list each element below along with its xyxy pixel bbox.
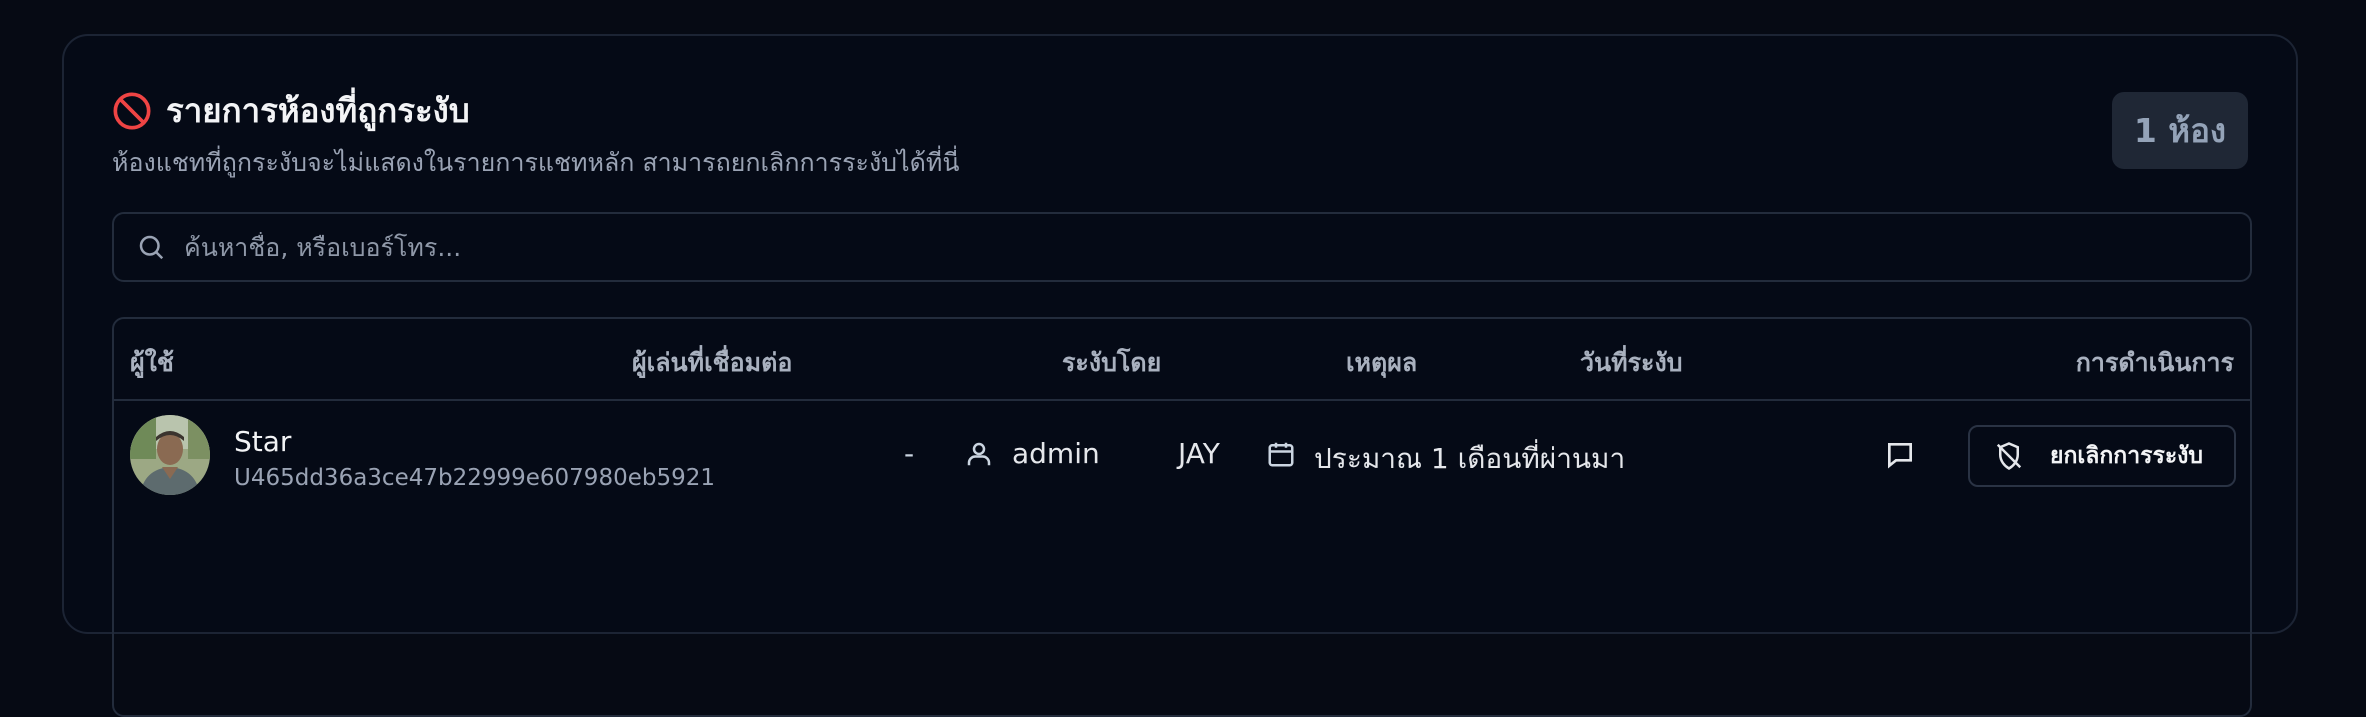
blocked-rooms-card: รายการห้องที่ถูกระงับ ห้องแชทที่ถูกระงับ… (62, 34, 2298, 717)
column-reason: เหตุผล (1346, 348, 1418, 377)
title-row: รายการห้องที่ถูกระงับ (112, 84, 959, 137)
column-blocked-by: ระงับโดย (1062, 348, 1162, 377)
blocked-rooms-table: ผู้ใช้ ผู้เล่นที่เชื่อมต่อ ระงับโดย เหตุ… (112, 317, 2252, 717)
table-header: ผู้ใช้ ผู้เล่นที่เชื่อมต่อ ระงับโดย เหตุ… (114, 319, 2250, 401)
calendar-icon (1268, 442, 1294, 467)
message-icon[interactable] (1884, 439, 1916, 471)
search-icon (139, 235, 164, 260)
linked-player: - (904, 437, 915, 470)
card-header: รายการห้องที่ถูกระงับ ห้องแชทที่ถูกระงับ… (112, 84, 959, 183)
search-bar[interactable] (112, 212, 2252, 282)
page-title: รายการห้องที่ถูกระงับ (166, 91, 470, 130)
column-linked-player: ผู้เล่นที่เชื่อมต่อ (632, 348, 793, 377)
search-input[interactable] (182, 231, 2250, 263)
ban-icon (113, 92, 151, 129)
shield-off-icon (1996, 442, 2022, 470)
user-icon (967, 442, 991, 466)
reason: JAY (1178, 437, 1220, 470)
blocked-by: admin (1012, 437, 1100, 470)
room-count-badge: 1 ห้อง (2111, 92, 2248, 169)
blocked-date: ประมาณ 1 เดือนที่ผ่านมา (1314, 442, 1626, 475)
unblock-button-label: ยกเลิกการระงับ (2050, 443, 2204, 469)
column-user: ผู้ใช้ (130, 348, 174, 377)
unblock-button[interactable]: ยกเลิกการระงับ (1968, 425, 2236, 487)
user-id: U465dd36a3ce47b22999e607980eb5921 (234, 465, 715, 491)
page-subtitle: ห้องแชทที่ถูกระงับจะไม่แสดงในรายการแชทหล… (112, 148, 960, 177)
avatar (130, 415, 210, 495)
table-row: Star U465dd36a3ce47b22999e607980eb5921 -… (114, 401, 2250, 519)
user-name: Star (234, 425, 292, 458)
column-actions: การดำเนินการ (2075, 348, 2234, 377)
column-blocked-date: วันที่ระงับ (1580, 348, 1683, 377)
